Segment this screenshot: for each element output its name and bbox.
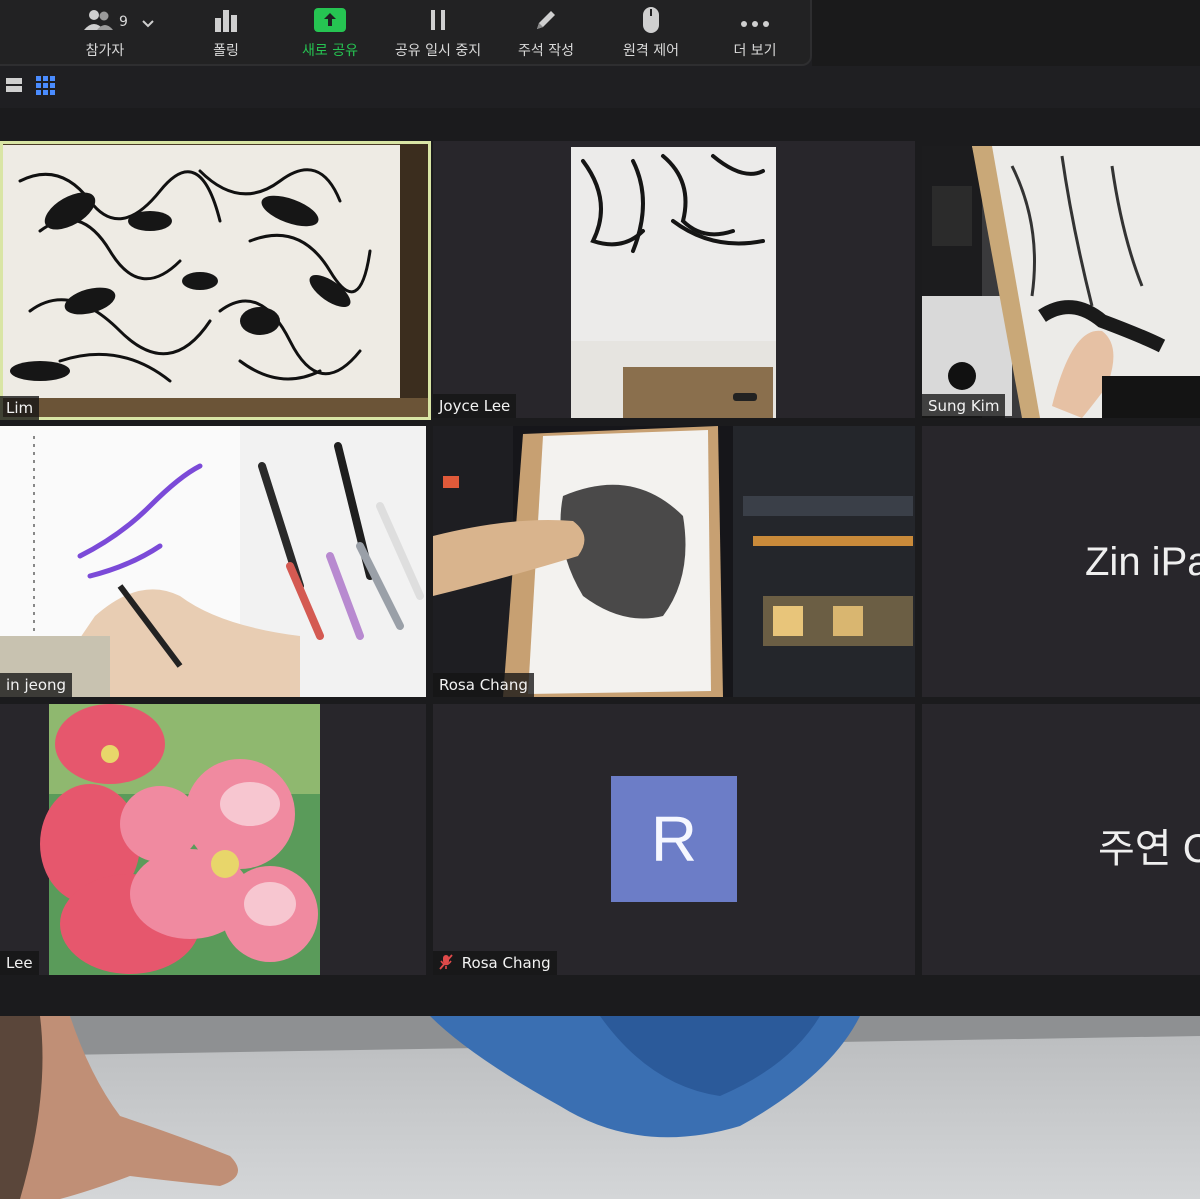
new-share-label: 새로 공유 [302,43,358,59]
polling-label: 폴링 [213,43,239,59]
video-tile-sung-kim[interactable]: Sung Kim [922,146,1200,418]
participant-display-name: Zin iPa [1085,540,1200,584]
meeting-toolbar: 9 참가자 폴링 새로 공유 공유 일시 중지 주석 작성 원격 제어 더 보기 [0,0,812,66]
video-tile-lim[interactable]: Lim [0,141,431,420]
participant-count: 9 [119,14,128,30]
video-tile-joyce-lee[interactable]: Joyce Lee [433,141,915,418]
sketch-video [0,426,426,697]
participant-name: Joyce Lee [439,397,511,415]
top-background [812,0,1200,66]
participant-name: Lim [6,399,34,417]
participant-name-tag: in jeong [0,673,73,697]
view-switch-bar [0,66,1200,108]
participant-name: Sung Kim [928,397,1000,415]
muted-microphone-icon [439,954,462,972]
participant-name-tag: Rosa Chang [433,951,557,975]
video-tile-juyeon[interactable]: 주연 C [922,704,1200,975]
speaker-view-icon[interactable] [6,76,22,98]
participant-name-tag: Lim [0,396,40,420]
chevron-down-icon[interactable] [142,13,154,32]
participant-name-tag: Sung Kim [922,394,1006,418]
annotate-label: 주석 작성 [518,43,574,59]
ellipsis-icon [740,13,770,32]
annotate-button[interactable]: 주석 작성 [508,8,584,62]
participant-name-tag: Rosa Chang [433,673,534,697]
gallery-view-icon[interactable] [36,76,56,100]
polling-button[interactable]: 폴링 [196,8,256,62]
video-tile-rosa-chang-avatar[interactable]: R Rosa Chang [433,704,915,975]
participant-name: in jeong [6,676,67,694]
pause-share-label: 공유 일시 중지 [394,43,482,59]
mouse-icon [641,6,661,38]
video-tile-lee[interactable]: Lee [0,704,426,975]
pause-share-button[interactable]: 공유 일시 중지 [388,8,488,62]
share-up-arrow-icon [314,7,346,37]
participant-name-tag: Joyce Lee [433,394,517,418]
participant-name: Rosa Chang [461,954,551,972]
pencil-icon [533,7,559,37]
remote-control-button[interactable]: 원격 제어 [612,6,690,62]
new-share-button[interactable]: 새로 공유 [294,8,366,62]
bar-chart-icon [213,8,239,36]
video-tile-rosa-chang[interactable]: Rosa Chang [433,426,915,697]
video-tile-zin-ipad[interactable]: Zin iPa [922,426,1200,697]
sketch-video [433,141,915,418]
participants-label: 참가자 [85,43,125,59]
sketch-video [922,146,1200,418]
participant-display-name: 주연 C [1098,827,1200,871]
flower-painting-video [0,704,426,975]
video-gallery: Lim Joyce Lee Sung Kim in jeong Rosa Cha… [0,108,1200,1016]
participant-name: Rosa Chang [439,676,528,694]
desk-photo-background [0,1016,1200,1199]
more-label: 더 보기 [733,43,777,59]
more-button[interactable]: 더 보기 [722,8,788,62]
sketch-video [0,141,431,420]
pause-icon [427,8,449,36]
participant-name-tag: Lee [0,951,39,975]
participants-button[interactable]: 9 참가자 [78,8,158,62]
sketch-video [433,426,915,697]
participant-name: Lee [6,954,33,972]
participants-icon [82,8,116,36]
remote-control-label: 원격 제어 [623,43,679,59]
video-tile-in-jeong[interactable]: in jeong [0,426,426,697]
avatar: R [611,776,737,902]
